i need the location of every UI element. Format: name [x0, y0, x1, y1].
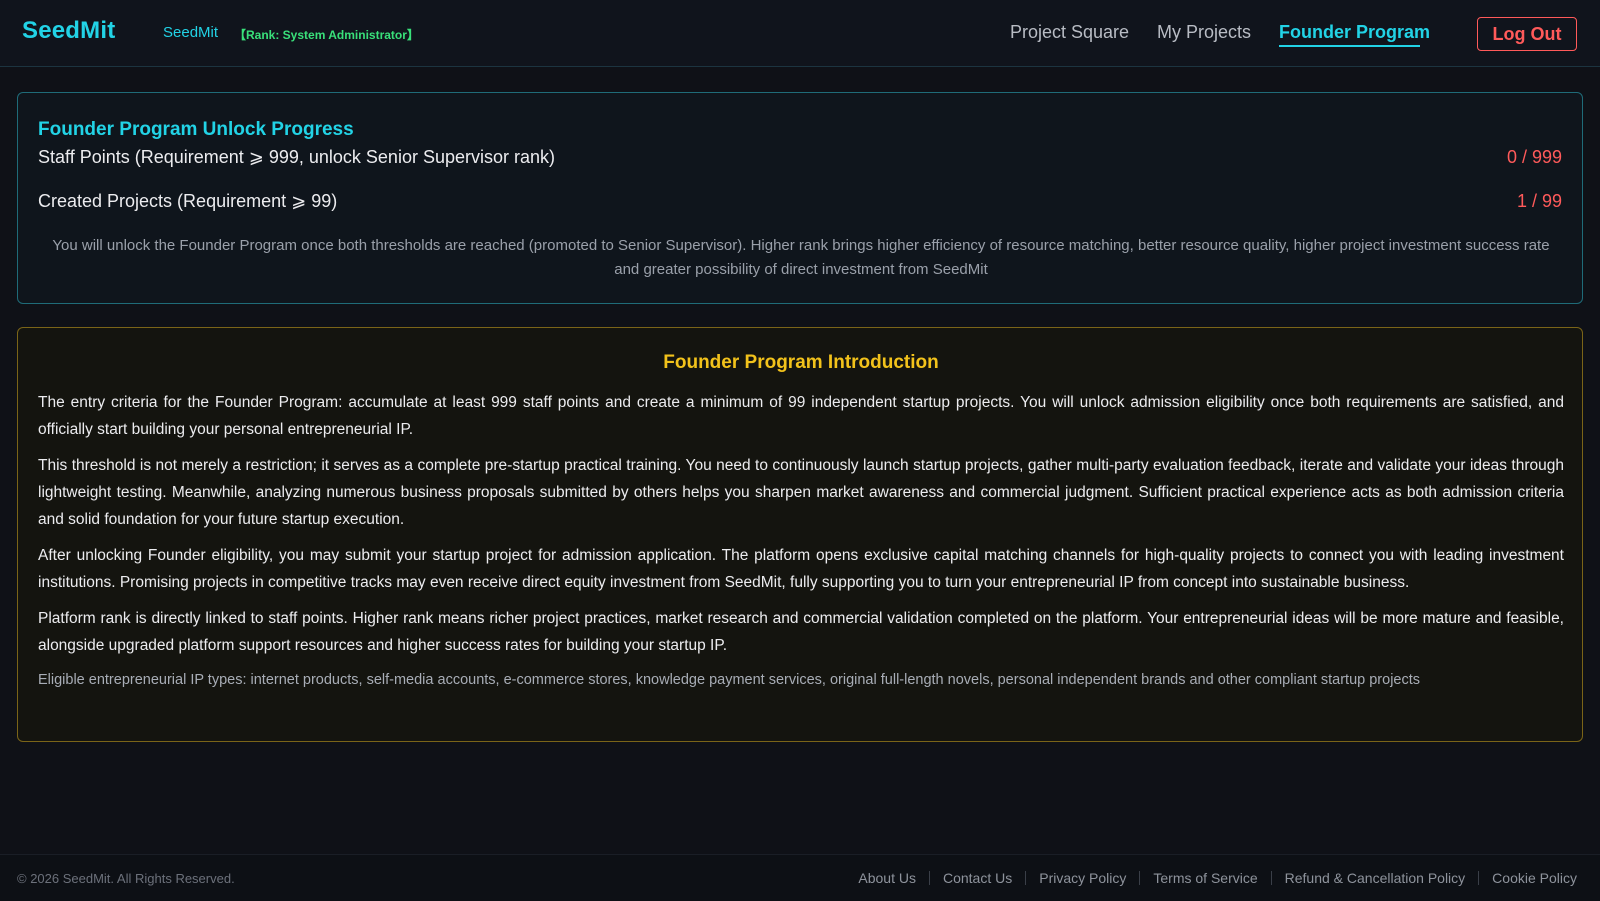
footer-link-refund[interactable]: Refund & Cancellation Policy	[1285, 870, 1466, 886]
eligible-ip-types: Eligible entrepreneurial IP types: inter…	[38, 672, 1421, 688]
footer-link-cookie[interactable]: Cookie Policy	[1492, 870, 1577, 886]
footer-link-about[interactable]: About Us	[858, 870, 916, 886]
footer-divider	[928, 871, 930, 885]
created-projects-label: Created Projects (Requirement ⩾ 99)	[38, 191, 338, 211]
page-footer: © 2026 SeedMit. All Rights Reserved. Abo…	[0, 854, 1600, 901]
user-name: SeedMit	[163, 24, 219, 41]
footer-divider	[1025, 871, 1027, 885]
site-logo[interactable]: SeedMit	[22, 17, 115, 45]
nav-my-projects[interactable]: My Projects	[1157, 22, 1251, 43]
footer-link-terms[interactable]: Terms of Service	[1153, 870, 1257, 886]
staff-points-label: Staff Points (Requirement ⩾ 999, unlock …	[38, 147, 555, 167]
created-projects-value: 1 / 99	[1516, 191, 1562, 211]
active-nav-underline	[1279, 45, 1420, 47]
footer-divider	[1139, 871, 1141, 885]
progress-note: You will unlock the Founder Program once…	[52, 237, 1550, 278]
footer-divider	[1478, 871, 1480, 885]
intro-paragraph: The entry criteria for the Founder Progr…	[38, 394, 1564, 438]
footer-link-privacy[interactable]: Privacy Policy	[1039, 870, 1126, 886]
copyright-text: © 2026 SeedMit. All Rights Reserved.	[17, 871, 235, 886]
intro-title: Founder Program Introduction	[663, 352, 939, 373]
footer-link-contact[interactable]: Contact Us	[943, 870, 1012, 886]
progress-title: Founder Program Unlock Progress	[38, 119, 354, 140]
nav-project-square[interactable]: Project Square	[1010, 22, 1129, 43]
founder-intro-card: Founder Program Introduction The entry c…	[17, 327, 1583, 742]
user-rank-badge: 【Rank: System Administrator】	[234, 28, 419, 42]
logout-button[interactable]: Log Out	[1477, 17, 1577, 51]
footer-divider	[1270, 871, 1272, 885]
footer-links: About Us Contact Us Privacy Policy Terms…	[858, 870, 1577, 886]
unlock-progress-card: Founder Program Unlock Progress Staff Po…	[17, 92, 1583, 304]
intro-paragraph: Platform rank is directly linked to staf…	[38, 610, 1564, 654]
top-header: SeedMit SeedMit 【Rank: System Administra…	[0, 0, 1600, 67]
intro-paragraph: This threshold is not merely a restricti…	[38, 457, 1564, 528]
staff-points-value: 0 / 999	[1506, 147, 1562, 167]
intro-body: The entry criteria for the Founder Progr…	[38, 389, 1564, 692]
nav-founder-program[interactable]: Founder Program	[1279, 22, 1430, 43]
intro-paragraph: After unlocking Founder eligibility, you…	[38, 547, 1564, 591]
